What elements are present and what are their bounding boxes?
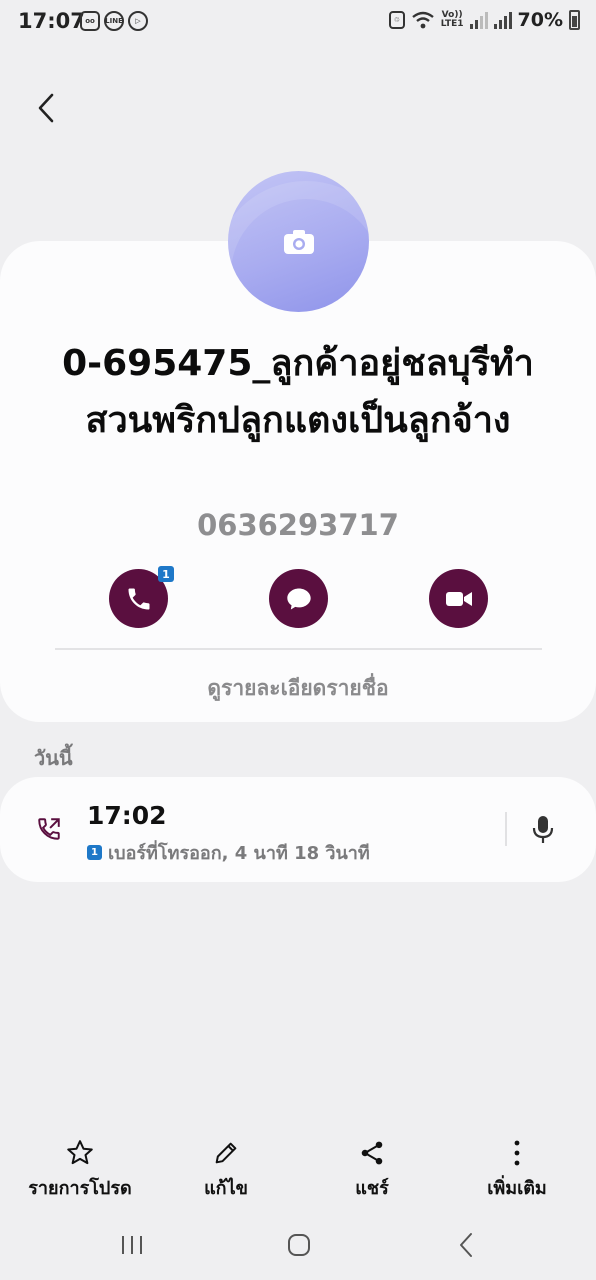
wifi-icon: [411, 11, 434, 29]
system-back-button[interactable]: [436, 1228, 496, 1262]
video-call-button[interactable]: [429, 569, 488, 628]
favorite-label: รายการโปรด: [28, 1178, 132, 1199]
log-divider: [505, 812, 507, 846]
back-button[interactable]: [26, 86, 66, 130]
call-detail-text: เบอร์ที่โทรออก, 4 นาที 18 วินาที: [108, 843, 370, 864]
sim-badge: 1: [158, 566, 174, 582]
favorite-button[interactable]: รายการโปรด: [10, 1137, 150, 1202]
sim-badge: 1: [87, 845, 102, 860]
edit-label: แก้ไข: [204, 1178, 248, 1199]
contact-number: 0636293717: [197, 508, 399, 542]
more-label: เพิ่มเติม: [487, 1178, 547, 1199]
message-icon: [286, 588, 311, 609]
section-label-today: วันนี้: [34, 746, 73, 770]
signal-icon-sim1: [469, 11, 488, 29]
battery-percent: 70%: [517, 9, 563, 31]
home-button[interactable]: [269, 1228, 329, 1262]
recent-apps-button[interactable]: [102, 1228, 162, 1262]
share-button[interactable]: แชร์: [302, 1137, 442, 1202]
signal-icon-sim2: [493, 11, 512, 29]
header-divider: [55, 648, 542, 650]
contact-detail-screen: 17:07 oo LINE ▷ ♲ Vo)) LTE1 70% 0-695475…: [0, 0, 596, 1280]
notification-icons: oo LINE ▷: [80, 11, 148, 31]
more-button[interactable]: เพิ่มเติม: [447, 1137, 587, 1202]
chevron-left-icon: [38, 93, 54, 123]
lte-indicator: Vo)) LTE1: [440, 10, 464, 29]
back-icon: [460, 1233, 472, 1257]
call-time: 17:02: [87, 801, 167, 830]
video-call-icon: [445, 591, 472, 606]
recycle-icon: ♲: [388, 11, 405, 29]
phone-icon: [128, 588, 149, 609]
contact-name: 0-695475_ลูกค้าอยู่ชลบุรีทำสวนพริกปลูกแต…: [62, 343, 534, 441]
message-button[interactable]: [269, 569, 328, 628]
play-icon: ▷: [128, 11, 148, 31]
status-right: ♲ Vo)) LTE1 70%: [388, 9, 580, 31]
line-app-icon: LINE: [104, 11, 124, 31]
system-navigation-bar: [0, 1210, 596, 1280]
star-icon: [67, 1140, 93, 1165]
home-icon: [288, 1234, 310, 1256]
camera-icon: [283, 229, 314, 254]
status-time: 17:07: [18, 9, 85, 33]
more-vertical-icon: [514, 1140, 520, 1166]
contact-avatar[interactable]: [228, 171, 369, 312]
microphone-icon: [532, 816, 554, 843]
pencil-icon: [215, 1142, 237, 1164]
share-label: แชร์: [355, 1178, 389, 1199]
share-icon: [361, 1141, 383, 1165]
view-contact-details-link[interactable]: ดูรายละเอียดรายชื่อ: [0, 672, 596, 705]
call-detail: 1 เบอร์ที่โทรออก, 4 นาที 18 วินาที: [87, 838, 370, 867]
call-button[interactable]: 1: [109, 566, 174, 628]
battery-icon: [569, 10, 580, 30]
edit-button[interactable]: แก้ไข: [156, 1137, 296, 1202]
status-bar: 17:07 oo LINE ▷ ♲ Vo)) LTE1 70%: [0, 0, 596, 44]
voicemail-icon: oo: [80, 11, 100, 31]
outgoing-call-icon: [38, 818, 60, 840]
call-recording-button[interactable]: [528, 812, 558, 848]
recent-apps-icon: [122, 1236, 142, 1254]
